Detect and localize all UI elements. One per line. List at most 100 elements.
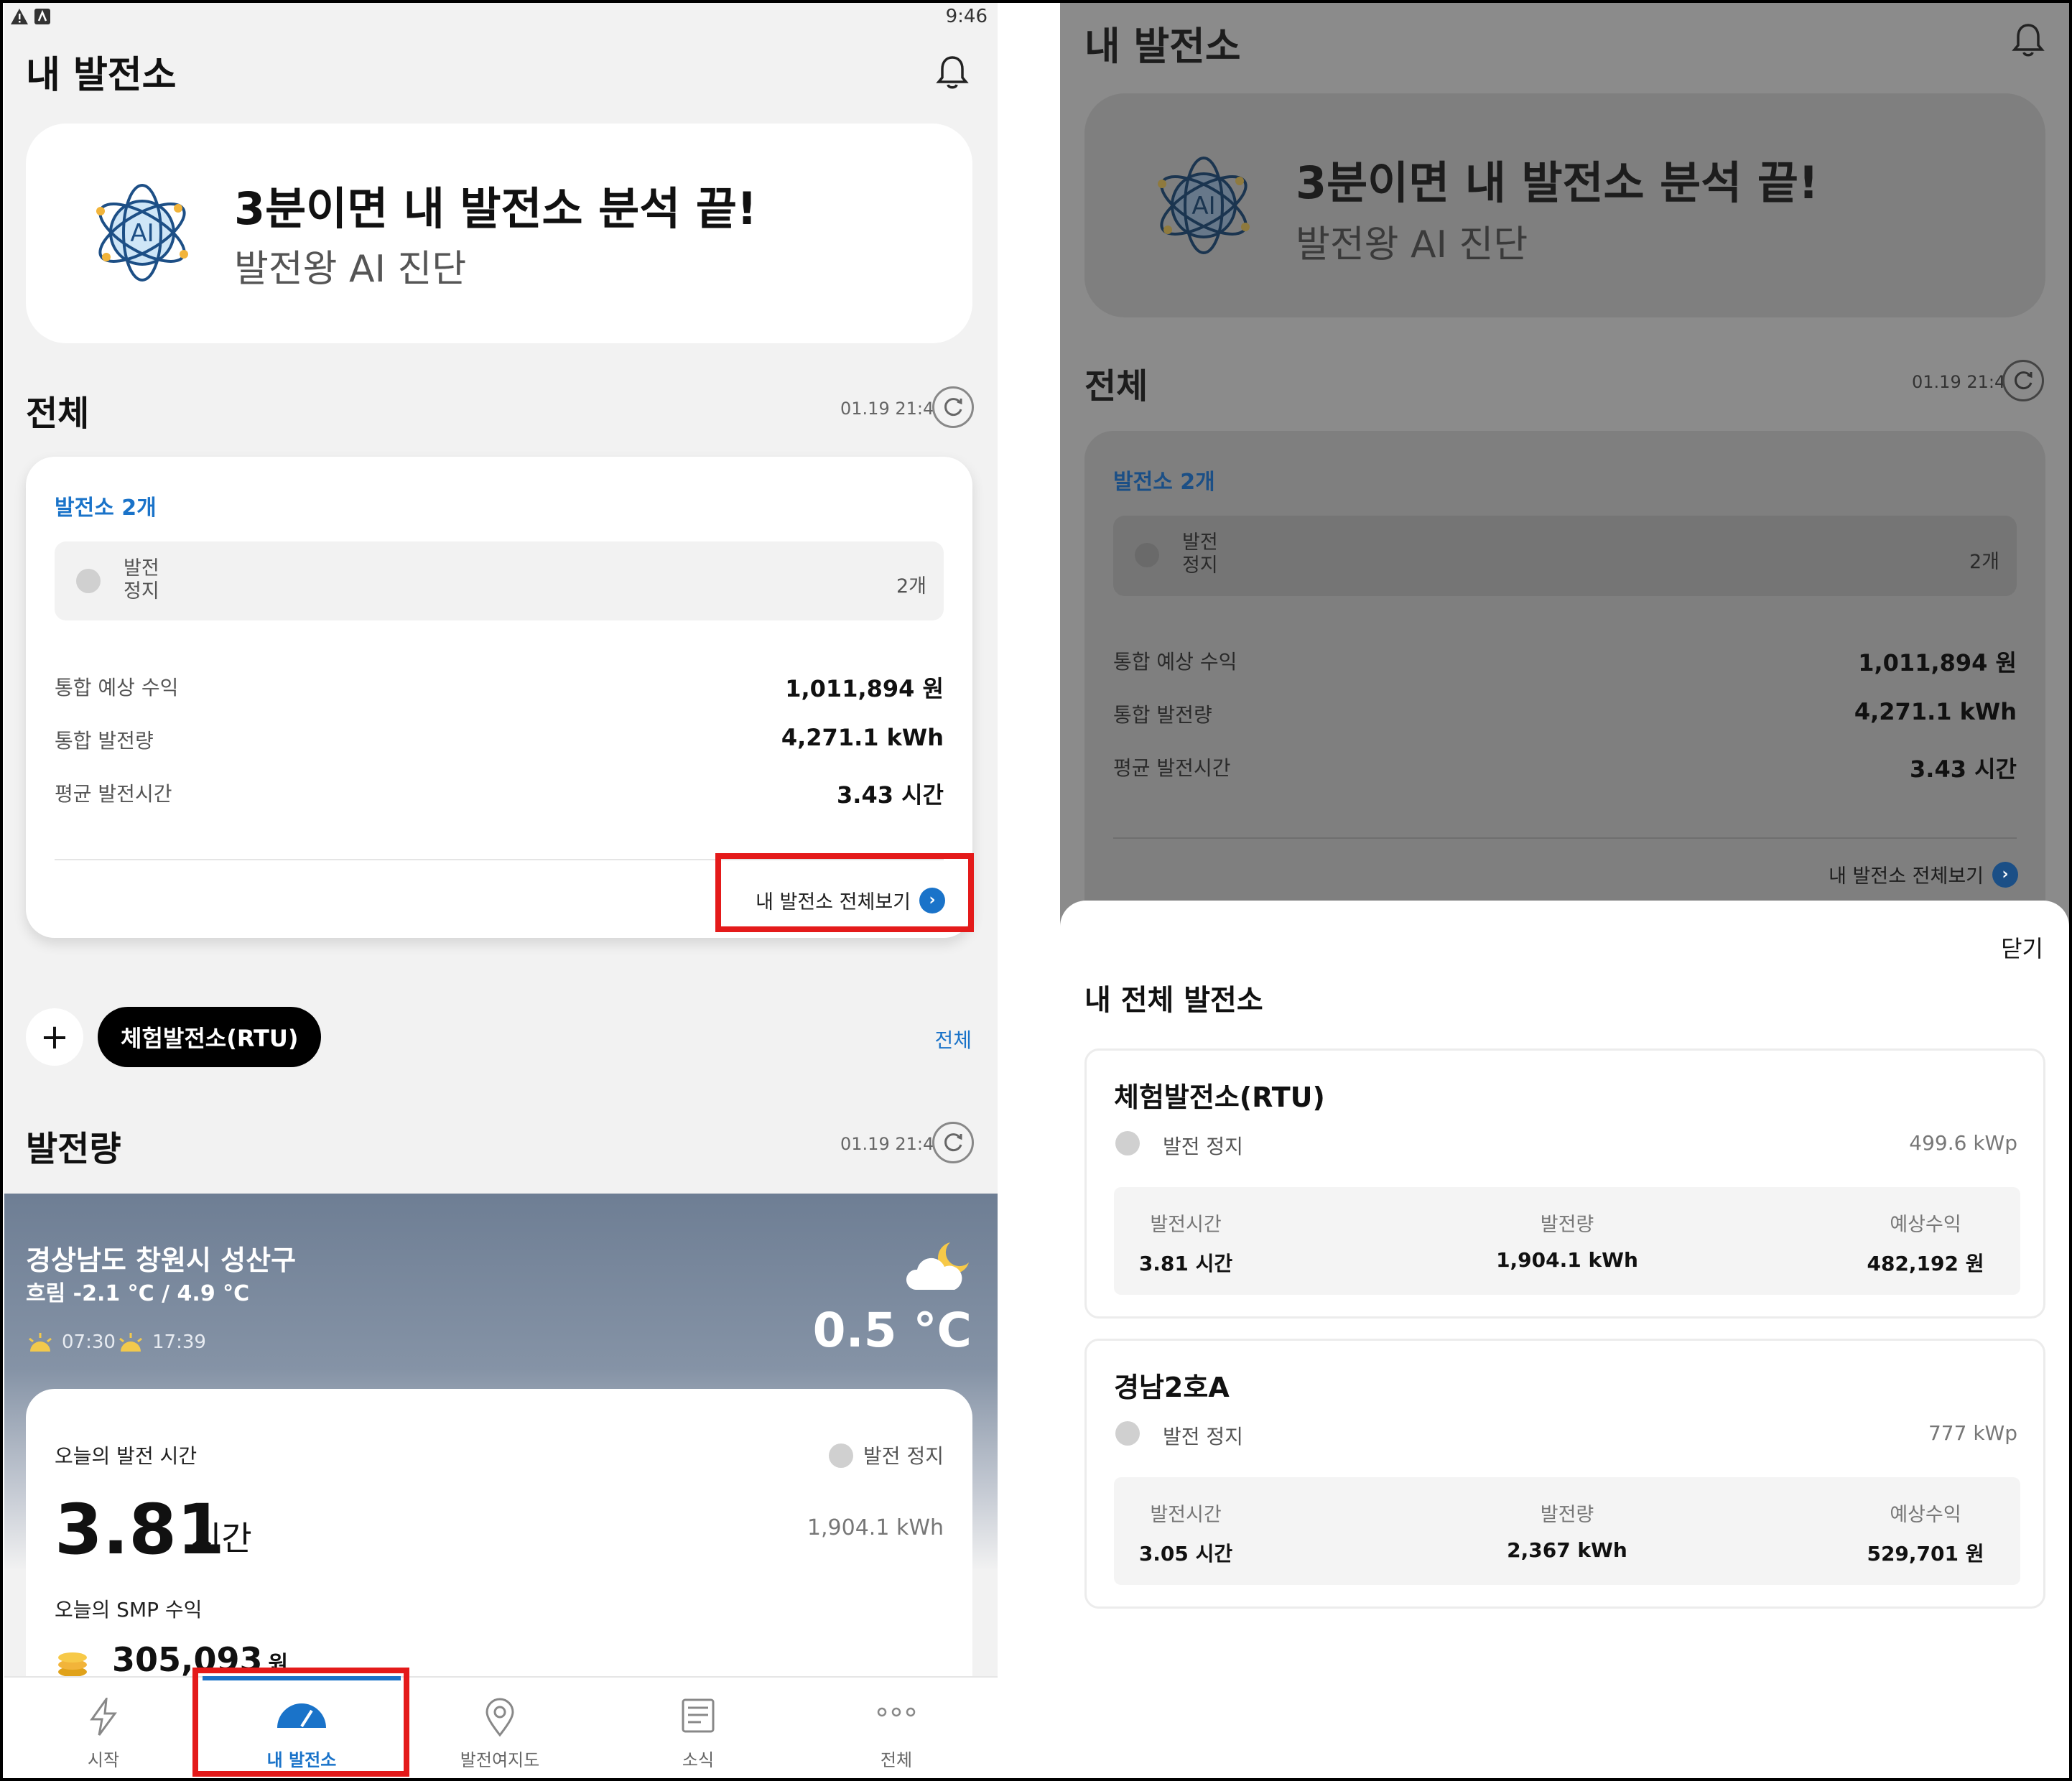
cloudy-night-icon	[906, 1242, 969, 1290]
stat-value: 2,367 kWh	[1507, 1538, 1627, 1562]
metric-label: 평균 발전시간	[55, 782, 172, 806]
ai-atom-icon: AI	[96, 184, 188, 282]
plant-card[interactable]: 경남2호A 발전 정지 777 kWp 발전시간 3.05 시간 발전량 2,367…	[1084, 1339, 2045, 1609]
today-kwh: 1,904.1 kWh	[807, 1515, 944, 1540]
metric-value: 1,011,894 원	[785, 675, 944, 702]
ai-diagnosis-banner[interactable]: AI 3분이면 내 발전소 분석 끝! 발전왕 AI 진단	[26, 124, 972, 343]
plant-capacity: 499.6 kWp	[1909, 1131, 2017, 1155]
refresh-button[interactable]	[932, 1122, 974, 1163]
status-count: 2개	[896, 575, 926, 597]
plant-name: 체험발전소(RTU)	[1114, 1082, 1325, 1113]
main-screen: 9:46 내 발전소 AI 3분이면 내 발전소 분석 끝! 발전왕 AI 진단…	[4, 3, 998, 1777]
nav-news[interactable]: 소식	[599, 1678, 797, 1777]
refresh-button[interactable]	[2002, 360, 2044, 401]
highlight-box	[192, 1668, 409, 1777]
plant-stats: 발전시간 3.81 시간 발전량 1,904.1 kWh 예상수익 482,192 원	[1114, 1187, 2020, 1295]
sunset-time: 17:39	[152, 1331, 206, 1353]
status-dot	[1135, 543, 1159, 567]
metric-value: 3.43 시간	[837, 781, 944, 809]
ai-banner-subtitle: 발전왕 AI 진단	[234, 248, 467, 291]
svg-text:AI: AI	[1191, 192, 1215, 220]
warning-icon	[11, 9, 28, 24]
ai-diagnosis-banner[interactable]: AI 3분이면 내 발전소 분석 끝! 발전왕 AI 진단	[1084, 93, 2045, 317]
bell-icon[interactable]	[936, 55, 969, 90]
bell-icon[interactable]	[2012, 22, 2045, 59]
divider	[1113, 837, 2017, 839]
status-count: 2개	[1969, 551, 1999, 573]
stat-value: 1,904.1 kWh	[1496, 1248, 1638, 1272]
refresh-icon	[944, 398, 962, 417]
view-all-plants-link[interactable]: 내 발전소 전체보기 ›	[1829, 860, 2018, 888]
stat-label: 예상수익	[1890, 1214, 1961, 1236]
generation-timestamp: 01.19 21:43	[840, 1134, 945, 1154]
metric-value: 4,271.1 kWh	[1854, 698, 2017, 725]
metric-label: 통합 발전량	[1113, 703, 1212, 727]
svg-text:AI: AI	[130, 219, 154, 248]
today-status: 발전 정지	[829, 1441, 944, 1469]
metric-label: 통합 예상 수익	[55, 676, 179, 699]
plant-name: 경남2호A	[1114, 1372, 1230, 1403]
ai-atom-icon: AI	[1158, 157, 1250, 254]
plant-status: 발전 정지	[1163, 1425, 1243, 1448]
stat-label: 발전시간	[1150, 1504, 1222, 1526]
plant-card[interactable]: 체험발전소(RTU) 발전 정지 499.6 kWp 발전시간 3.81 시간 발…	[1084, 1048, 2045, 1319]
metric-value: 3.43 시간	[1910, 755, 2017, 783]
all-plants-bottom-sheet: 닫기 내 전체 발전소 체험발전소(RTU) 발전 정지 499.6 kWp 발…	[1060, 901, 2069, 1777]
nav-label: 소식	[682, 1750, 715, 1770]
all-plants-link[interactable]: 전체	[934, 1025, 972, 1054]
today-hours-label: 오늘의 발전 시간	[55, 1444, 198, 1468]
weather-location: 경상남도 창원시 성산구	[26, 1245, 297, 1276]
plants-sheet-screen: 내 발전소 AI 3분이면 내 발전소 분석 끝! 발전왕 AI 진단 전체 0…	[1060, 3, 2069, 1777]
overall-summary-card: 발전소 2개 발전 정지 2개 통합 예상 수익 1,011,894 원 통합 …	[1084, 431, 2045, 934]
stat-value: 482,192 원	[1867, 1252, 1984, 1275]
stat-label: 발전량	[1540, 1214, 1594, 1236]
stat-hours: 발전시간 3.81 시간	[1114, 1209, 1258, 1277]
nav-start[interactable]: 시작	[4, 1678, 203, 1777]
sunrise: 07:30	[26, 1331, 116, 1353]
stat-label: 발전량	[1540, 1504, 1594, 1526]
clock: 9:46	[945, 6, 988, 27]
nav-label: 발전여지도	[460, 1750, 540, 1770]
status-label: 발전 정지	[1182, 531, 1218, 577]
stat-revenue: 예상수익 482,192 원	[1854, 1209, 1997, 1277]
metric-value: 1,011,894 원	[1858, 649, 2017, 676]
plant-count: 발전소 2개	[1113, 470, 1215, 495]
more-icon	[877, 1707, 916, 1717]
coins-icon	[58, 1652, 87, 1677]
refresh-button[interactable]	[932, 386, 974, 428]
sunset-icon	[119, 1333, 142, 1352]
selected-plant-chip[interactable]: 체험발전소(RTU)	[98, 1007, 322, 1067]
plant-capacity: 777 kWp	[1928, 1421, 2017, 1445]
metric-value: 4,271.1 kWh	[781, 724, 944, 751]
metric-label: 통합 발전량	[55, 729, 154, 753]
stat-energy: 발전량 1,904.1 kWh	[1473, 1209, 1661, 1272]
metric-label: 통합 예상 수익	[1113, 650, 1237, 674]
close-button[interactable]: 닫기	[2001, 931, 2043, 964]
plus-icon: +	[40, 1017, 70, 1057]
add-plant-button[interactable]: +	[26, 1008, 83, 1066]
refresh-icon	[944, 1133, 962, 1152]
today-status-label: 발전 정지	[863, 1444, 944, 1468]
view-all-label: 내 발전소 전체보기	[1829, 865, 1984, 888]
page-title: 내 발전소	[1084, 24, 1241, 69]
overall-timestamp: 01.19 21:46	[1912, 372, 2017, 392]
status-dot	[76, 569, 101, 593]
nav-label: 전체	[880, 1750, 913, 1770]
lightning-icon	[90, 1698, 117, 1736]
ai-banner-subtitle: 발전왕 AI 진단	[1296, 223, 1528, 266]
ai-banner-title: 3분이면 내 발전소 분석 끝!	[234, 182, 758, 235]
status-dot	[1115, 1421, 1140, 1446]
nav-label: 시작	[87, 1750, 120, 1770]
stat-value: 529,701 원	[1867, 1542, 1984, 1566]
status-label: 발전 정지	[124, 557, 159, 603]
stat-value: 3.05 시간	[1138, 1542, 1233, 1566]
status-row: 발전 정지 2개	[1113, 516, 2017, 596]
metric-label: 평균 발전시간	[1113, 756, 1231, 780]
nav-map[interactable]: 발전여지도	[401, 1678, 599, 1777]
plant-stats: 발전시간 3.05 시간 발전량 2,367 kWh 예상수익 529,701 원	[1114, 1477, 2020, 1585]
overall-heading: 전체	[26, 394, 90, 434]
map-pin-icon	[486, 1698, 514, 1736]
stat-hours: 발전시간 3.05 시간	[1114, 1499, 1258, 1567]
plant-count: 발전소 2개	[55, 496, 157, 521]
nav-more[interactable]: 전체	[797, 1678, 995, 1777]
